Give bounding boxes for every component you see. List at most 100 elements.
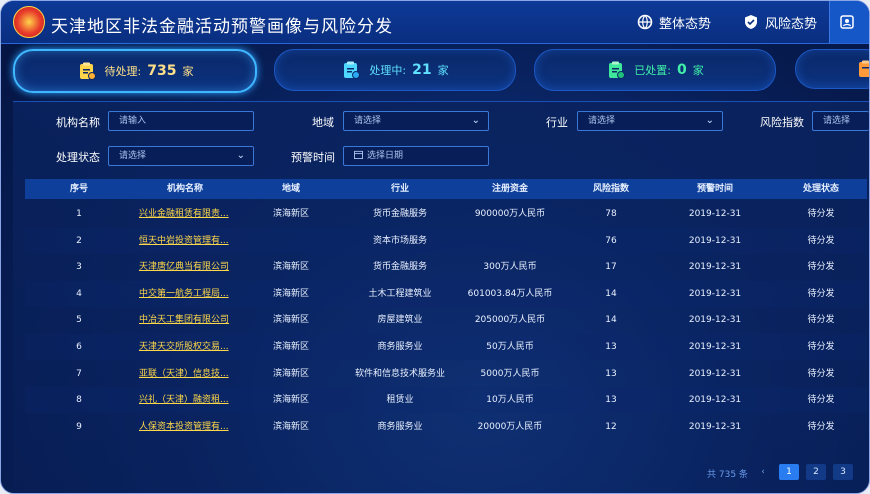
cell-org-name[interactable]: 兴业金融租赁有限责... [139, 201, 239, 227]
app-window: 天津地区非法金融活动预警画像与风险分发 整体态势 风险态势 待处理: 735 家… [0, 0, 870, 494]
globe-icon [637, 14, 653, 30]
cell-status: 待分发 [807, 235, 835, 246]
cell-status: 待分发 [807, 342, 835, 352]
col-warn-time[interactable]: 预警时间 [675, 179, 755, 199]
date-picker-placeholder: 选择日期 [367, 151, 404, 161]
cell-org-name[interactable]: 天津唐亿典当有限公司 [139, 254, 239, 280]
card-done[interactable]: 已处置: 0 家 [534, 49, 776, 91]
industry-select[interactable]: 请选择 ⌄ [577, 111, 723, 131]
date-label: 预警时间 [291, 151, 335, 164]
cell-index: 5 [76, 315, 82, 326]
cell-org-name[interactable]: 兴礼（天津）融资租... [139, 387, 239, 413]
nav-risk[interactable]: 风险态势 [743, 1, 817, 43]
cell-risk: 12 [605, 421, 617, 432]
risk-select[interactable]: 请选择 [812, 111, 869, 131]
pagination-page-3[interactable]: 3 [833, 464, 853, 480]
pagination-page-2[interactable]: 2 [806, 464, 826, 480]
card-pending-unit: 家 [182, 65, 194, 78]
status-label: 处理状态 [56, 151, 100, 164]
cell-index: 4 [76, 288, 82, 299]
col-capital[interactable]: 注册资金 [455, 179, 565, 199]
card-pending-label: 待处理: [104, 65, 142, 78]
table-row[interactable]: 1 兴业金融租赁有限责... 滨海新区 货币金融服务 900000万人民币 78 2019-… [25, 201, 867, 227]
status-select[interactable]: 请选择 ⌄ [108, 146, 254, 166]
table-row[interactable]: 4 中交第一航务工程局... 滨海新区 土木工程建筑业 601003.84万人民币 14 2… [25, 280, 867, 307]
cell-region: 滨海新区 [272, 421, 309, 432]
cell-status: 待分发 [807, 395, 835, 406]
cell-capital: 300万人民币 [483, 262, 537, 273]
col-org-name[interactable]: 机构名称 [135, 179, 235, 199]
cell-capital: 50万人民币 [486, 342, 534, 352]
cell-org-name[interactable]: 人保资本投资管理有... [139, 414, 239, 440]
cell-capital: 5000万人民币 [480, 368, 540, 379]
col-index[interactable]: 序号 [59, 179, 99, 199]
risk-label: 风险指数 [760, 116, 804, 129]
cell-org-name[interactable]: 亚联（天津）信息技... [139, 361, 239, 387]
org-name-input[interactable]: 请输入 [108, 111, 254, 131]
cell-capital: 20000万人民币 [477, 421, 543, 432]
card-pending[interactable]: 待处理: 735 家 [13, 49, 257, 93]
cell-capital [455, 228, 565, 254]
card-other[interactable] [795, 49, 869, 89]
cell-org-name[interactable]: 恒天中岩投资管理有... [139, 228, 239, 254]
risk-select-value: 请选择 [823, 116, 851, 126]
cell-risk: 14 [605, 288, 617, 299]
cell-industry: 房屋建筑业 [377, 315, 423, 326]
cell-industry: 土木工程建筑业 [368, 288, 432, 299]
table-row[interactable]: 7 亚联（天津）信息技... 滨海新区 软件和信息技术服务业 5000万人民币 13 201… [25, 361, 867, 387]
col-industry[interactable]: 行业 [345, 179, 455, 199]
col-status[interactable]: 处理状态 [791, 179, 851, 199]
pagination-prev[interactable]: ‹ [753, 464, 773, 480]
cell-index: 7 [76, 368, 82, 379]
clipboard-done-icon [609, 61, 626, 79]
table-row[interactable]: 6 天津天交所股权交易... 滨海新区 商务服务业 50万人民币 13 2019-12-31… [25, 334, 867, 360]
cell-risk: 14 [605, 315, 617, 326]
cell-region: 滨海新区 [272, 209, 309, 219]
table-row[interactable]: 5 中冶天工集团有限公司 滨海新区 房屋建筑业 205000万人民币 14 2019-12-… [25, 307, 867, 333]
cell-status: 待分发 [807, 421, 835, 432]
calendar-icon [354, 150, 363, 159]
clipboard-pending-icon [79, 62, 96, 80]
cell-index: 9 [76, 421, 82, 432]
nav-overall[interactable]: 整体态势 [637, 1, 711, 43]
cell-index: 2 [76, 235, 82, 246]
app-title: 天津地区非法金融活动预警画像与风险分发 [51, 17, 393, 37]
table-row[interactable]: 2 恒天中岩投资管理有... 资本市场服务 76 2019-12-31 待分发 [25, 227, 867, 254]
industry-label: 行业 [546, 116, 568, 129]
col-region[interactable]: 地域 [261, 179, 321, 199]
cell-org-name[interactable]: 中冶天工集团有限公司 [139, 307, 239, 333]
cell-index: 1 [76, 209, 82, 219]
card-processing-value: 21 [412, 62, 432, 78]
table-row[interactable]: 8 兴礼（天津）融资租... 滨海新区 租赁业 10万人民币 13 2019-12-31 待分… [25, 387, 867, 414]
card-done-label: 已处置: [634, 64, 671, 77]
cell-industry: 货币金融服务 [372, 209, 427, 219]
cell-risk: 17 [605, 262, 617, 273]
org-name-placeholder: 请输入 [119, 116, 147, 126]
col-risk[interactable]: 风险指数 [581, 179, 641, 199]
cell-status: 待分发 [807, 288, 835, 299]
chevron-down-icon: ⌄ [705, 115, 714, 126]
nav-overall-label: 整体态势 [659, 16, 712, 32]
cell-region: 滨海新区 [272, 342, 309, 352]
region-select[interactable]: 请选择 ⌄ [343, 111, 489, 131]
cell-industry: 资本市场服务 [372, 235, 427, 246]
nav-distribution[interactable] [829, 1, 869, 43]
table-row[interactable]: 3 天津唐亿典当有限公司 滨海新区 货币金融服务 300万人民币 17 2019-12-31… [25, 254, 867, 280]
cell-risk: 13 [605, 395, 617, 406]
emblem-icon [13, 6, 45, 38]
date-picker[interactable]: 选择日期 [343, 146, 489, 166]
table-row[interactable]: 9 人保资本投资管理有... 滨海新区 商务服务业 20000万人民币 12 2019-12… [25, 414, 867, 440]
region-select-value: 请选择 [354, 116, 382, 126]
cell-warn-time: 2019-12-31 [688, 209, 742, 219]
pagination-page-1[interactable]: 1 [779, 464, 799, 480]
cell-org-name[interactable]: 中交第一航务工程局... [139, 281, 239, 307]
cell-org-name[interactable]: 天津天交所股权交易... [139, 334, 239, 360]
card-processing[interactable]: 处理中: 21 家 [274, 49, 516, 91]
cell-status: 待分发 [807, 262, 835, 273]
shield-check-icon [745, 15, 757, 29]
cell-warn-time: 2019-12-31 [688, 368, 742, 379]
cell-warn-time: 2019-12-31 [688, 262, 742, 273]
cell-warn-time: 2019-12-31 [688, 315, 742, 326]
cell-risk: 13 [605, 342, 617, 352]
cell-industry: 软件和信息技术服务业 [354, 368, 445, 379]
